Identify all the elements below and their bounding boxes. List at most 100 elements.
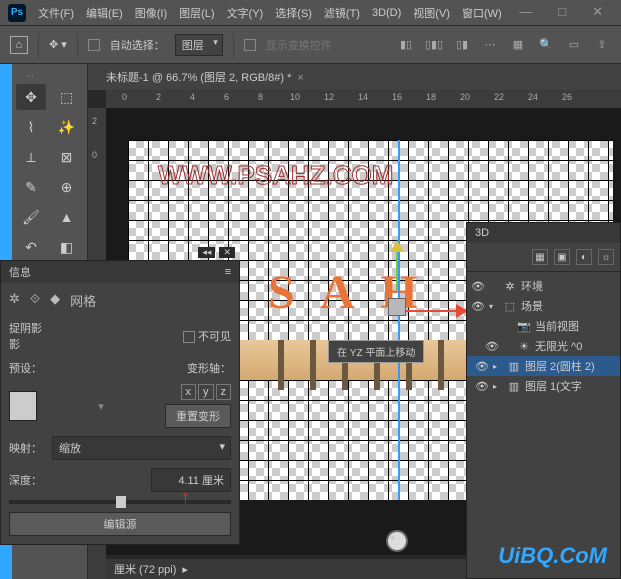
menu-window[interactable]: 窗口(W) xyxy=(462,5,502,21)
wand-tool[interactable]: ✨ xyxy=(52,114,82,140)
menu-3d[interactable]: 3D(D) xyxy=(372,7,401,19)
mapping-select[interactable]: 缩放 xyxy=(52,436,231,460)
catch-shadow-label: 捉阴影 xyxy=(9,320,42,336)
app-logo: Ps xyxy=(8,4,26,22)
mesh-icon: ▥ xyxy=(507,380,521,393)
lasso-tool[interactable]: ⌇ xyxy=(16,114,46,140)
invisible-checkbox[interactable] xyxy=(183,331,195,343)
3d-tab[interactable]: 3D xyxy=(467,223,620,243)
align-right-icon[interactable]: ▯▮ xyxy=(453,36,471,54)
menu-view[interactable]: 视图(V) xyxy=(413,5,450,21)
tree-row-layer1[interactable]: 👁▸▥图层 1(文字 xyxy=(467,376,620,396)
maximize-icon[interactable]: □ xyxy=(558,4,566,20)
align-center-icon[interactable]: ▯▮▯ xyxy=(425,36,443,54)
mesh-icon: ▥ xyxy=(507,360,521,373)
info-tab[interactable]: 信息 xyxy=(9,264,31,280)
search-icon[interactable]: 🔍 xyxy=(537,36,555,54)
gizmo-y-icon[interactable] xyxy=(390,240,404,252)
camera-icon: 📷 xyxy=(517,320,531,333)
mapping-label: 映射： xyxy=(9,440,42,456)
grid-label: 网格 xyxy=(70,291,96,310)
marquee-tool[interactable]: ⬚ xyxy=(52,84,82,110)
twisty-icon[interactable]: ▸ xyxy=(493,382,503,391)
history-tool[interactable]: ↶ xyxy=(16,234,46,260)
move-tool[interactable]: ✥ xyxy=(16,84,46,110)
preset-thumb[interactable] xyxy=(9,391,37,421)
site-watermark: UiBQ.CoM xyxy=(498,543,607,569)
heal-tool[interactable]: ⊕ xyxy=(52,174,82,200)
depth-slider[interactable] xyxy=(9,500,231,504)
3d-panel: 3D ▦ ▣ ◐ ☼ 👁✲环境 👁▾⬚场景 📷当前视图 👁☀无限光 ^0 👁▸▥… xyxy=(466,222,621,579)
menu-image[interactable]: 图像(I) xyxy=(135,5,167,21)
gizmo-tooltip: 在 YZ 平面上移动 xyxy=(328,340,424,363)
filter-all-icon[interactable]: ▦ xyxy=(532,249,548,265)
twisty-icon[interactable]: ▾ xyxy=(489,302,499,311)
depth-input[interactable]: 4.11 厘米 xyxy=(151,468,231,492)
move-tool-icon[interactable]: ✥ ▾ xyxy=(49,38,67,51)
ruler-horizontal[interactable]: 02468101214161820222426 xyxy=(106,90,621,108)
twisty-icon[interactable]: ▸ xyxy=(493,362,503,371)
gizmo-center-icon[interactable] xyxy=(388,298,406,316)
home-icon[interactable]: ⌂ xyxy=(10,36,28,54)
filter-mesh-icon[interactable]: ▣ xyxy=(554,249,570,265)
stamp-tool[interactable]: ▲ xyxy=(52,204,82,230)
status-units[interactable]: 厘米 (72 ppi) xyxy=(114,561,176,577)
visibility-icon[interactable]: 👁 xyxy=(485,340,499,353)
more-icon[interactable]: ⋯ xyxy=(481,36,499,54)
crop-tool[interactable]: ⟂ xyxy=(16,144,46,170)
menu-edit[interactable]: 编辑(E) xyxy=(86,5,123,21)
frame-tool[interactable]: ⊠ xyxy=(52,144,82,170)
annotation-arrow-icon: ↑ xyxy=(181,487,190,508)
menu-select[interactable]: 选择(S) xyxy=(275,5,312,21)
eraser-tool[interactable]: ◧ xyxy=(52,234,82,260)
visibility-icon[interactable]: 👁 xyxy=(475,360,489,373)
3d-plane-handle[interactable]: ✦ xyxy=(386,530,408,552)
3dmode-icon[interactable]: ▦ xyxy=(509,36,527,54)
tab-close-icon[interactable]: × xyxy=(297,72,303,84)
watermark-text: WWW.PSAHZ.COM xyxy=(158,160,393,191)
autoselect-checkbox[interactable] xyxy=(88,39,100,51)
guide-line[interactable] xyxy=(398,140,400,500)
edit-source-button[interactable]: 编辑源 xyxy=(9,512,231,536)
visibility-icon[interactable]: 👁 xyxy=(471,300,485,313)
toolbox-grip[interactable]: ∙∙ xyxy=(16,70,46,80)
menu-type[interactable]: 文字(Y) xyxy=(227,5,264,21)
arrange-icon[interactable]: ▭ xyxy=(565,36,583,54)
menu-bar: Ps 文件(F) 编辑(E) 图像(I) 图层(L) 文字(Y) 选择(S) 滤… xyxy=(0,0,621,26)
brush-tool[interactable]: 🖌 xyxy=(16,204,46,230)
tree-row-scene[interactable]: 👁▾⬚场景 xyxy=(467,296,620,316)
filter-light-icon[interactable]: ☼ xyxy=(598,249,614,265)
visibility-icon[interactable]: 👁 xyxy=(471,280,485,293)
cap-icon[interactable]: ◆ xyxy=(50,291,60,310)
env-icon: ✲ xyxy=(503,280,517,293)
menu-layer[interactable]: 图层(L) xyxy=(179,5,214,21)
autoselect-dropdown[interactable]: 图层 xyxy=(175,34,223,56)
visibility-icon[interactable]: 👁 xyxy=(475,380,489,393)
info-panel: ◂◂✕ 信息 ≡ ✲ ⟐ ◆ 网格 捉阴影影 不可见 预设： 变形轴： ▾ xy… xyxy=(0,260,240,545)
panel-close-icon[interactable]: ✕ xyxy=(219,247,235,258)
deform-icon[interactable]: ⟐ xyxy=(30,291,40,310)
panel-collapse-icon[interactable]: ◂◂ xyxy=(198,247,215,258)
filter-material-icon[interactable]: ◐ xyxy=(576,249,592,265)
align-left-icon[interactable]: ▮▯ xyxy=(397,36,415,54)
tree-row-light[interactable]: 👁☀无限光 ^0 xyxy=(467,336,620,356)
showtransform-checkbox[interactable] xyxy=(244,39,256,51)
minimize-icon[interactable]: — xyxy=(519,4,532,20)
options-bar: ⌂ ✥ ▾ 自动选择： 图层 显示变换控件 ▮▯ ▯▮▯ ▯▮ ⋯ ▦ 🔍 ▭ … xyxy=(0,26,621,64)
tree-row-view[interactable]: 📷当前视图 xyxy=(467,316,620,336)
depth-label: 深度： xyxy=(9,472,42,488)
eyedropper-tool[interactable]: ✎ xyxy=(16,174,46,200)
close-icon[interactable]: ✕ xyxy=(592,4,603,20)
reset-deform-button[interactable]: 重置变形 xyxy=(165,404,231,428)
scene-icon: ⬚ xyxy=(503,300,517,313)
showtransform-label: 显示变换控件 xyxy=(266,37,332,53)
panel-menu-icon[interactable]: ≡ xyxy=(225,266,231,278)
document-tab[interactable]: 未标题-1 @ 66.7% (图层 2, RGB/8#) *× xyxy=(98,65,312,89)
menu-filter[interactable]: 滤镜(T) xyxy=(324,5,360,21)
mesh-icon[interactable]: ✲ xyxy=(9,291,20,310)
share-icon[interactable]: ⇪ xyxy=(593,36,611,54)
tree-row-layer2[interactable]: 👁▸▥图层 2(圆柱 2) xyxy=(467,356,620,376)
autoselect-label: 自动选择： xyxy=(110,37,165,53)
menu-file[interactable]: 文件(F) xyxy=(38,5,74,21)
tree-row-env[interactable]: 👁✲环境 xyxy=(467,276,620,296)
